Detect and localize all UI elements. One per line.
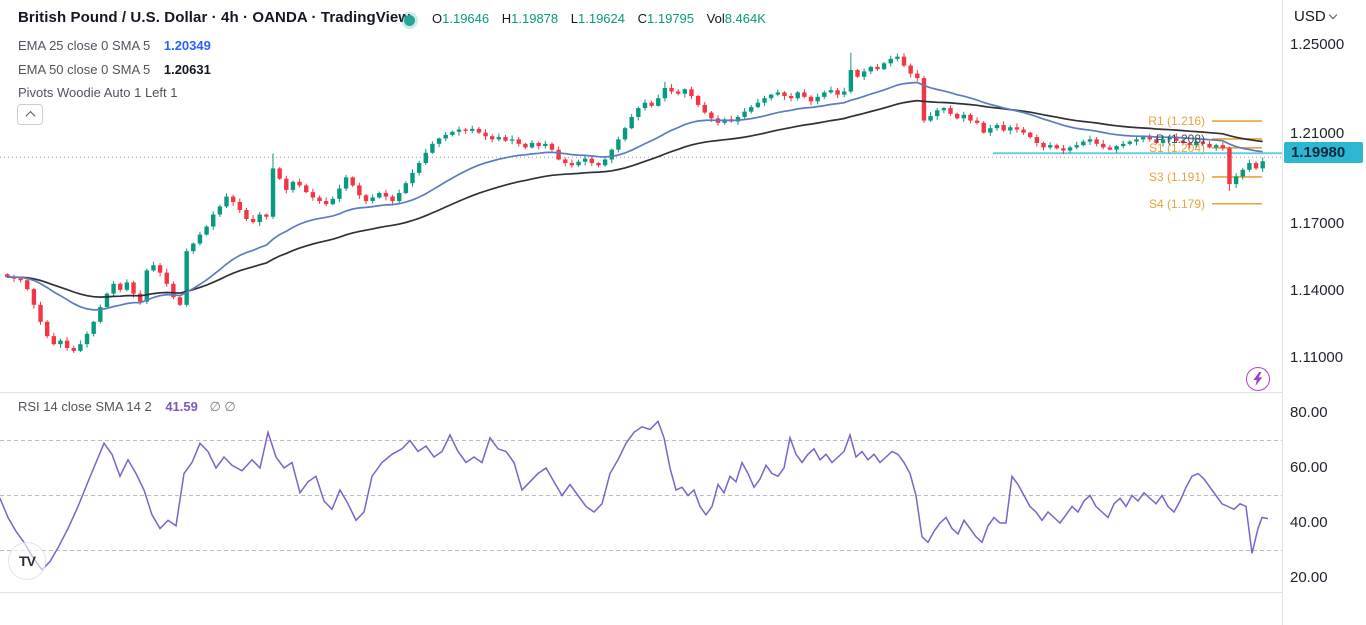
ema50-value: 1.20631 (163, 62, 211, 77)
close-value: 1.19795 (647, 11, 695, 26)
rsi-label: RSI 14 close SMA 14 2 (18, 399, 152, 414)
price-tick: 1.25000 (1290, 36, 1345, 53)
tradingview-chart-window: S1 (1.204) R1 (1.216) P (1.208) S3 (1.191) S… (0, 0, 1366, 625)
ema50-line (7, 99, 1263, 298)
legend-row-pivots[interactable]: Pivots Woodie Auto 1 Left 1 (18, 85, 177, 100)
high-label: H (501, 11, 512, 26)
chevron-up-icon (25, 110, 35, 121)
price-tick: 1.11000 (1290, 349, 1344, 367)
pane-divider[interactable] (0, 392, 1366, 393)
rsi-tick: 80.00 (1290, 404, 1328, 421)
open-value: 1.19646 (442, 11, 490, 26)
currency-label: USD (1294, 8, 1326, 25)
rsi-value: 41.59 (165, 399, 198, 414)
ohlc-readout: O1.19646 H1.19878 L1.19624 C1.19795 Vol8… (432, 11, 766, 26)
volume-value: 8.464K (724, 11, 766, 26)
market-open-dot-icon[interactable] (404, 15, 415, 26)
rsi-tick: 20.00 (1290, 569, 1328, 586)
ema25-label: EMA 25 close 0 SMA 5 (18, 38, 151, 53)
time-axis[interactable]: 13:001421Dec121913:002023 (0, 592, 1282, 625)
legend-collapse-button[interactable] (17, 104, 43, 125)
pivot-label: S3 (1.191) (1149, 170, 1205, 184)
last-price-badge: 1.19980 (1284, 142, 1363, 164)
close-label: C (637, 11, 648, 26)
ema25-value: 1.20349 (163, 38, 211, 53)
rsi-legend-row[interactable]: RSI 14 close SMA 14 2 41.59 ∅ ∅ (18, 399, 236, 415)
price-tick: 1.21000 (1290, 125, 1345, 143)
pivot-label: R1 (1.216) (1148, 114, 1205, 128)
price-axis[interactable]: USD 1.25000 1.21000 1.17000 1.14000 1.11000 … (1283, 0, 1366, 625)
legend-row-ema50[interactable]: EMA 50 close 0 SMA 5 1.20631 (18, 62, 211, 77)
legend-row-ema25[interactable]: EMA 25 close 0 SMA 5 1.20349 (18, 38, 211, 53)
lightning-icon (1253, 372, 1263, 386)
ema50-label: EMA 50 close 0 SMA 5 (18, 62, 151, 77)
rsi-pane-canvas[interactable] (0, 392, 1282, 592)
open-label: O (432, 11, 443, 26)
pivots-label: Pivots Woodie Auto 1 Left 1 (18, 85, 178, 100)
candles-group (5, 52, 1265, 353)
low-label: L (570, 11, 578, 26)
ema25-line (7, 81, 1263, 311)
low-value: 1.19624 (578, 11, 625, 26)
pivot-label: S4 (1.179) (1149, 197, 1205, 211)
volume-label: Vol (706, 11, 725, 26)
chevron-down-icon (1328, 10, 1337, 20)
tradingview-watermark: TV (8, 542, 46, 580)
currency-selector[interactable]: USD (1294, 8, 1337, 25)
price-tick: 1.14000 (1290, 281, 1345, 299)
rsi-tick: 40.00 (1290, 514, 1328, 531)
rsi-hidden-values: ∅ ∅ (209, 399, 236, 414)
high-value: 1.19878 (511, 11, 559, 26)
symbol-title[interactable]: British Pound / U.S. Dollar · 4h · OANDA… (18, 9, 410, 26)
price-tick: 1.17000 (1290, 214, 1345, 232)
pivot-label: P (1.208) (1156, 132, 1205, 146)
price-pane-canvas[interactable]: S1 (1.204)R1 (1.216)P (1.208)S3 (1.191)S… (0, 0, 1282, 392)
rsi-tick: 60.00 (1290, 459, 1328, 476)
instant-trading-button[interactable] (1246, 367, 1270, 391)
